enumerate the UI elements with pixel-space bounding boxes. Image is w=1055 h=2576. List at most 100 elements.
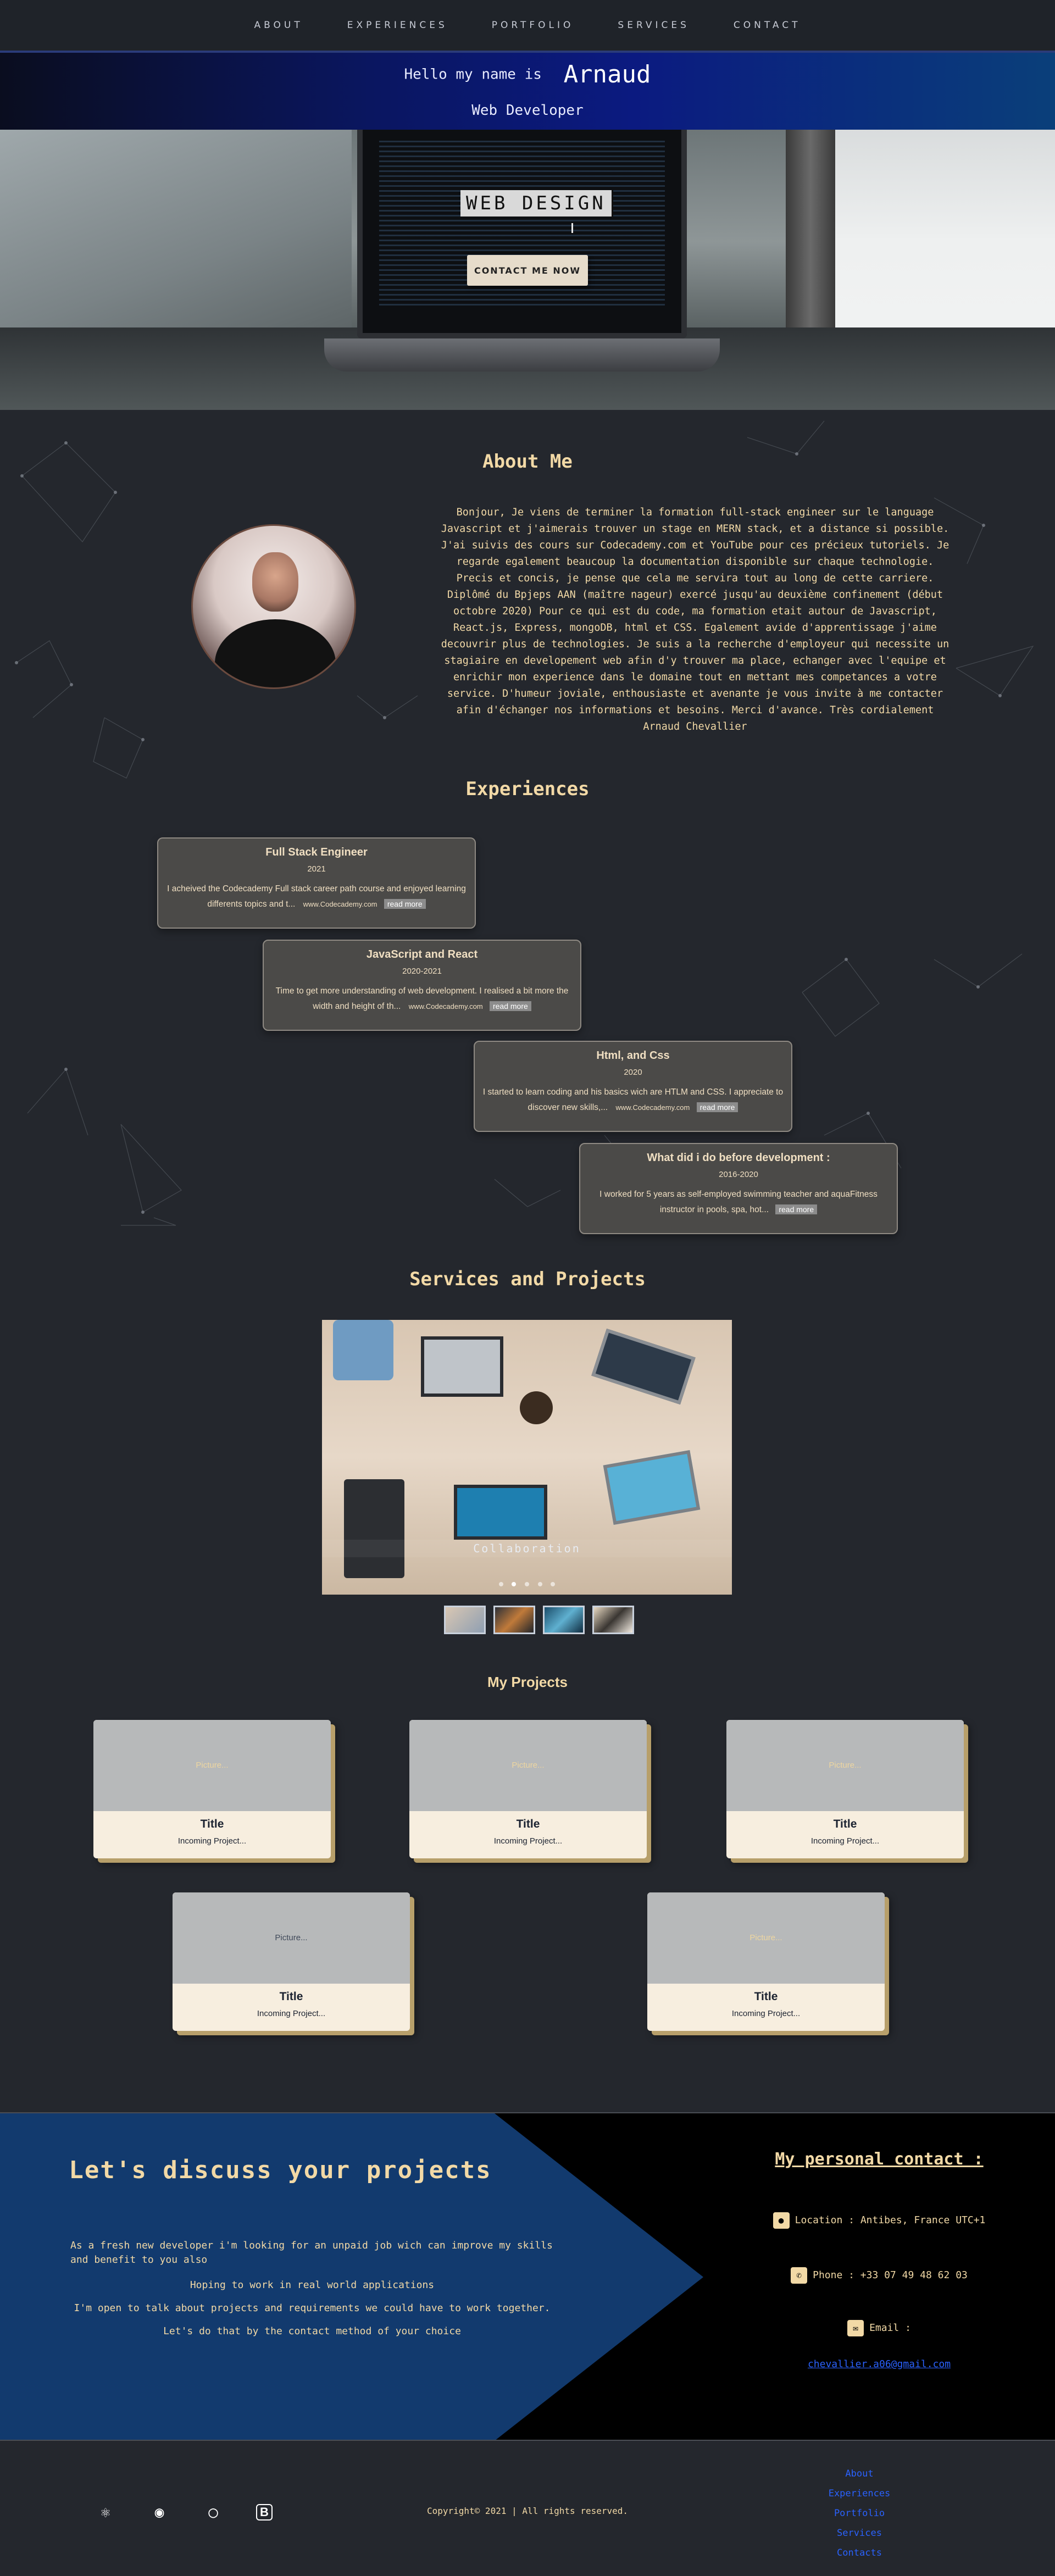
project-title: Title [200,1818,224,1830]
project-card[interactable]: Picture... Title Incoming Project... [409,1720,647,1858]
carousel-thumbnail[interactable] [592,1606,634,1634]
read-more-button[interactable]: read more [775,1204,818,1214]
location-text: Location : Antibes, France UTC+1 [795,2214,986,2226]
contact-section: Let's discuss your projects As a fresh n… [0,2112,1055,2441]
email-label: Email : [869,2322,911,2334]
carousel-dot[interactable] [498,1582,503,1586]
hello-line: Hello my name is Arnaud [0,60,1055,88]
carousel-thumbnails [444,1606,634,1634]
top-nav: ABOUT EXPERIENCES PORTFOLIO SERVICES CON… [0,0,1055,53]
experience-title: What did i do before development : [647,1152,830,1164]
carousel-cup-image [520,1391,553,1424]
project-subtitle: Incoming Project... [731,2009,801,2018]
carousel-laptop-image [454,1485,547,1540]
project-card[interactable]: Picture... Title Incoming Project... [726,1720,964,1858]
experience-text: I worked for 5 years as self-employed sw… [599,1190,878,1214]
project-title: Title [833,1818,857,1830]
project-title: Title [754,1990,778,2003]
read-more-button[interactable]: read more [696,1102,738,1112]
nav-item-portfolio[interactable]: PORTFOLIO [492,20,574,31]
experience-title: JavaScript and React [366,948,478,961]
project-picture: Picture... [647,1892,885,1984]
project-card[interactable]: Picture... Title Incoming Project... [93,1720,331,1858]
experiences-title: Experiences [465,778,590,800]
footer-link-services[interactable]: Services [804,2523,914,2543]
footer: ⚛ ◉ ◯ B Copyright© 2021 | All rights res… [0,2440,1055,2576]
project-picture: Picture... [93,1720,331,1811]
project-subtitle: Incoming Project... [810,1836,880,1846]
project-picture: Picture... [173,1892,410,1984]
contact-paragraph: I'm open to talk about projects and requ… [74,2302,551,2314]
experience-description: I started to learn coding and his basics… [481,1085,785,1115]
experience-year: 2020 [624,1068,642,1077]
carousel-thumbnail[interactable] [493,1606,535,1634]
project-title: Title [279,1990,303,2003]
contact-location: ● Location : Antibes, France UTC+1 [747,2212,1011,2229]
project-picture: Picture... [726,1720,964,1811]
personal-contact-title: My personal contact : [775,2150,984,2169]
nav-item-contact[interactable]: CONTACT [734,20,801,31]
contact-title: Let's discuss your projects [69,2156,492,2184]
nav-item-about[interactable]: ABOUT [254,20,303,31]
carousel-thumbnail[interactable] [543,1606,585,1634]
intro-banner: Hello my name is Arnaud Web Developer [0,53,1055,130]
experience-link[interactable]: www.Codecademy.com [303,900,377,908]
contact-email: ✉ Email : [747,2320,1011,2336]
contact-paragraph: Let's do that by the contact method of y… [163,2325,461,2337]
footer-link-experiences[interactable]: Experiences [804,2484,914,2503]
carousel-indicators [322,1578,732,1589]
contact-me-button[interactable]: CONTACT ME NOW [467,255,588,286]
experience-year: 2021 [307,864,326,874]
contact-paragraph: As a fresh new developer i'm looking for… [70,2240,553,2266]
project-subtitle: Incoming Project... [493,1836,563,1846]
project-card[interactable]: Picture... Title Incoming Project... [173,1892,410,2031]
project-subtitle: Incoming Project... [177,1836,247,1846]
avatar-head [252,552,298,612]
carousel-bag-image [333,1320,393,1380]
location-pin-icon: ● [773,2212,790,2229]
phone-icon: ✆ [791,2267,808,2284]
read-more-button[interactable]: read more [489,1001,531,1011]
carousel-dot[interactable] [551,1582,556,1586]
contact-phone: ✆ Phone : +33 07 49 48 62 03 [747,2267,1011,2284]
footer-link-about[interactable]: About [804,2464,914,2484]
carousel-thumbnail[interactable] [444,1606,486,1634]
experience-link[interactable]: www.Codecademy.com [615,1103,690,1112]
read-more-button[interactable]: read more [384,899,426,909]
nav-item-experiences[interactable]: EXPERIENCES [347,20,448,31]
hello-text: Hello my name is [404,66,542,83]
nav-item-services[interactable]: SERVICES [618,20,689,31]
carousel-caption: Collaboration [322,1540,732,1557]
image-carousel[interactable]: Collaboration [322,1320,732,1595]
experience-description: I acheived the Codecademy Full stack car… [165,881,468,912]
experience-title: Full Stack Engineer [265,846,368,858]
experience-link[interactable]: www.Codecademy.com [409,1002,483,1011]
experience-year: 2020-2021 [402,967,442,976]
carousel-keyboard-image [344,1479,404,1578]
carousel-dot[interactable] [525,1582,529,1586]
phone-text: Phone : +33 07 49 48 62 03 [813,2269,968,2281]
projects-title: My Projects [487,1674,568,1690]
role-text: Web Developer [471,102,584,119]
laptop-screen-image [357,130,687,338]
carousel-laptop-image [421,1336,503,1397]
carousel-laptop-image [603,1450,701,1525]
laptop-base-image [324,338,720,371]
avatar [191,524,356,689]
typed-hero-title: WEB DESIGN [460,190,613,216]
email-link[interactable]: chevallier.a06@gmail.com [747,2358,1011,2370]
footer-link-portfolio[interactable]: Portfolio [804,2503,914,2523]
contact-paragraph: Hoping to work in real world application… [190,2279,435,2291]
carousel-dot-active[interactable] [512,1582,517,1586]
project-card[interactable]: Picture... Title Incoming Project... [647,1892,885,2031]
about-text: Bonjour, Je viens de terminer la formati… [441,507,949,732]
carousel-laptop-image [591,1328,696,1405]
footer-link-contacts[interactable]: Contacts [804,2543,914,2563]
experience-title: Html, and Css [596,1050,670,1062]
about-title: About Me [482,451,573,473]
carousel-dot[interactable] [537,1582,542,1586]
owner-name: Arnaud [563,60,651,88]
experience-description: Time to get more understanding of web de… [270,984,574,1014]
text-cursor-icon [571,223,573,233]
experience-card: Html, and Css 2020 I started to learn co… [474,1041,792,1132]
